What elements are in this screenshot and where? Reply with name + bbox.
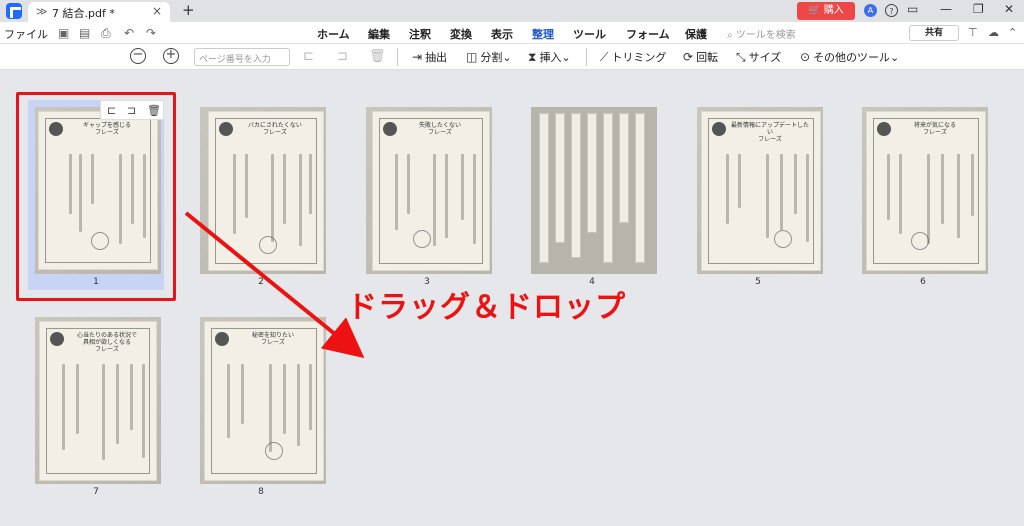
insert-before-icon[interactable]: ⊏: [303, 49, 314, 64]
redo-icon[interactable]: ↷: [146, 26, 156, 40]
toolbar-divider: [397, 48, 398, 66]
tab-annotate[interactable]: 注釈: [409, 26, 431, 42]
buy-button[interactable]: 🛒 購入: [797, 2, 855, 20]
notification-icon[interactable]: ▭: [907, 2, 918, 16]
help-icon[interactable]: ?: [885, 4, 898, 17]
insert-after-icon[interactable]: ⊐: [337, 49, 348, 64]
share-button[interactable]: 共有: [909, 25, 959, 41]
app-logo-icon[interactable]: [6, 3, 22, 19]
expand-icon[interactable]: ⌃: [1008, 26, 1017, 39]
page-number-label: 2: [258, 277, 264, 287]
tab-title: 7 結合.pdf *: [52, 7, 115, 20]
insert-icon: ⧗: [528, 50, 537, 64]
new-tab-button[interactable]: +: [182, 1, 195, 19]
page-number-label: 8: [258, 487, 264, 497]
page-number-label: 6: [920, 277, 926, 287]
drag-and-drop-label: ドラッグ＆ドロップ: [347, 290, 626, 325]
tab-organize[interactable]: 整理: [532, 26, 554, 46]
tab-close-icon[interactable]: ×: [152, 4, 162, 18]
insert-button[interactable]: ⧗ 挿入⌄: [528, 49, 571, 65]
tab-form[interactable]: フォーム: [626, 26, 670, 42]
more-tools-button[interactable]: ⊙ その他のツール⌄: [800, 49, 899, 65]
save-as-icon[interactable]: ▤: [79, 26, 90, 40]
extract-icon: ⇥: [412, 50, 423, 64]
tab-page-icon: ≫: [36, 5, 48, 18]
page-thumbnail-2[interactable]: バカにされたくない フレーズ: [200, 107, 326, 274]
file-menu[interactable]: ファイル: [4, 26, 48, 42]
tab-convert[interactable]: 変換: [450, 26, 472, 42]
size-icon: ⤡: [736, 50, 746, 64]
more-icon: ⊙: [800, 50, 811, 64]
title-bar: ≫ 7 結合.pdf * × + 🛒 購入 A ? ▭ — ❐ ✕: [0, 0, 1024, 22]
menu-bar: ファイル ▣ ▤ ⎙ ↶ ↷ ホーム 編集 注釈 変換 表示 整理 ツール フォ…: [0, 22, 1024, 46]
tab-view[interactable]: 表示: [491, 26, 513, 42]
page-number-label: 5: [755, 277, 761, 287]
tab-tools[interactable]: ツール: [573, 26, 606, 42]
rotate-button[interactable]: ⟳ 回転: [683, 49, 718, 65]
page-thumbnail-4[interactable]: [531, 107, 657, 274]
network-icon[interactable]: ⊤: [968, 26, 978, 39]
delete-page-icon[interactable]: 🗑: [369, 49, 386, 64]
undo-icon[interactable]: ↶: [124, 26, 134, 40]
crop-button[interactable]: ⟋ トリミング: [600, 49, 666, 65]
tab-edit[interactable]: 編集: [368, 26, 390, 42]
page-number-label: 7: [93, 487, 99, 497]
page-heading: 秘密を知りたい フレーズ: [251, 332, 294, 346]
extract-button[interactable]: ⇥ 抽出: [412, 49, 447, 65]
minimize-button[interactable]: —: [940, 2, 952, 16]
page-heading: 心当たりのある状況で 具相が欲しくなる フレーズ: [76, 332, 137, 353]
split-icon: ◫: [466, 50, 478, 64]
zoom-in-icon[interactable]: +: [163, 48, 179, 64]
page-heading: 将来が気になる フレーズ: [913, 122, 956, 136]
save-icon[interactable]: ▣: [58, 26, 69, 40]
split-button[interactable]: ◫ 分割⌄: [466, 49, 512, 65]
crop-icon: ⟋: [600, 50, 609, 64]
tab-protect[interactable]: 保護: [685, 26, 707, 42]
rotate-icon: ⟳: [683, 50, 694, 64]
annotation-highlight-box: [16, 92, 176, 301]
organize-toolbar: − + ページ番号を入力 ⊏ ⊐ 🗑 ⇥ 抽出 ◫ 分割⌄ ⧗ 挿入⌄ ⟋ トリミング …: [0, 44, 1024, 70]
page-thumbnail-6[interactable]: 将来が気になる フレーズ: [862, 107, 988, 274]
maximize-button[interactable]: ❐: [973, 2, 984, 16]
cloud-upload-icon[interactable]: ☁: [988, 26, 999, 39]
zoom-out-icon[interactable]: −: [130, 48, 146, 64]
document-tab[interactable]: ≫ 7 結合.pdf * ×: [28, 2, 170, 22]
page-heading: バカにされたくない フレーズ: [248, 122, 302, 136]
size-button[interactable]: ⤡ サイズ: [736, 49, 781, 65]
tab-home[interactable]: ホーム: [317, 26, 350, 42]
toolbar-divider: [586, 48, 587, 66]
print-icon[interactable]: ⎙: [101, 26, 111, 41]
page-thumbnail-3[interactable]: 失敗したくない フレーズ: [366, 107, 492, 274]
page-thumbnail-8[interactable]: 秘密を知りたい フレーズ: [200, 317, 326, 484]
avatar[interactable]: A: [864, 4, 877, 17]
page-heading: 失敗したくない フレーズ: [418, 122, 461, 136]
search-icon: ⌕: [727, 30, 736, 41]
page-thumbnail-7[interactable]: 心当たりのある状況で 具相が欲しくなる フレーズ: [35, 317, 161, 484]
page-number-input[interactable]: ページ番号を入力: [194, 48, 290, 66]
tool-search-input[interactable]: ⌕ ツールを検索: [727, 26, 796, 41]
page-thumbnail-5[interactable]: 最新情報にアップデートしたい フレーズ: [697, 107, 823, 274]
page-heading: 最新情報にアップデートしたい フレーズ: [730, 122, 809, 143]
close-window-button[interactable]: ✕: [1004, 2, 1014, 16]
